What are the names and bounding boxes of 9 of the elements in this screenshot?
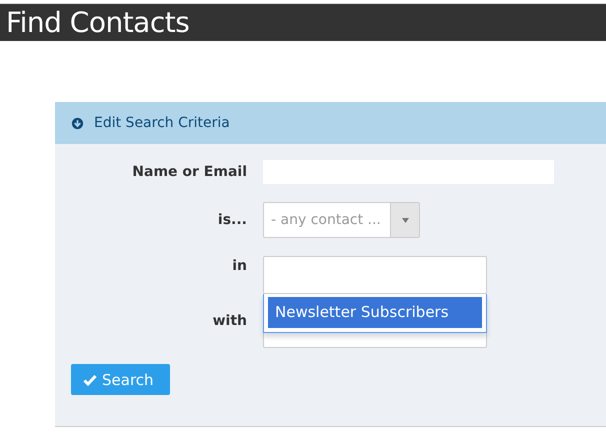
search-button[interactable]: Search	[71, 364, 170, 395]
field-label: in	[231, 257, 247, 274]
field-label: Name or Email	[131, 164, 247, 180]
page-title: Find Contacts	[5, 5, 190, 41]
contact-type-select[interactable]: - any contact ...	[263, 202, 420, 238]
field-label: is...	[216, 212, 247, 228]
panel-header[interactable]: Edit Search Criteria	[55, 102, 606, 144]
dropdown-option[interactable]: Newsletter Subscribers	[268, 297, 482, 328]
field-label: with	[212, 313, 247, 329]
